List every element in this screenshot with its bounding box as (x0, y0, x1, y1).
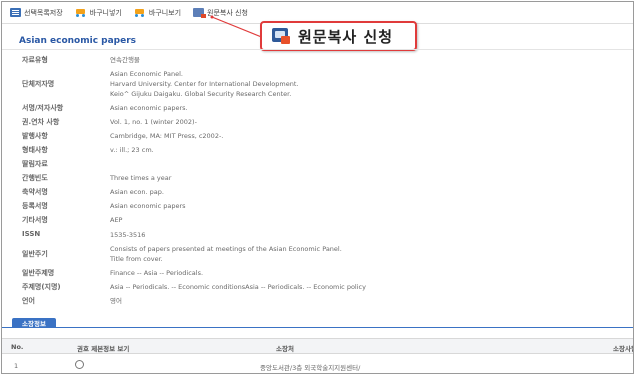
field-row: 단체저자명 Asian Economic Panel. Harvard Univ… (22, 69, 298, 99)
volume-binding-radio[interactable] (75, 360, 84, 369)
field-line: v.: ill.; 23 cm. (110, 146, 154, 154)
field-line: 영어 (110, 297, 122, 305)
copy-request-callout[interactable]: 원문복사 신청 (260, 21, 417, 51)
field-value: Asian economic papers. (110, 103, 188, 113)
field-value: Finance -- Asia -- Periodicals. (110, 268, 203, 278)
callout-label: 원문복사 신청 (298, 27, 394, 46)
field-line: Keio^ Gijuku Daigaku. Global Security Re… (110, 90, 292, 98)
field-line: Harvard University. Center for Internati… (110, 80, 299, 88)
field-key: 일반주기 (22, 250, 48, 258)
field-value: Vol. 1, no. 1 (winter 2002)- (110, 117, 197, 127)
field-row: 자료유형 연속간행물 (22, 55, 140, 65)
field-row: 주제명(지명) Asia -- Periodicals. -- Economic… (22, 282, 366, 292)
field-line: Vol. 1, no. 1 (winter 2002)- (110, 118, 197, 126)
field-key: 딸림자료 (22, 160, 48, 168)
field-key: 기타서명 (22, 216, 48, 224)
field-row: ISSN 1535-3516 (22, 230, 145, 240)
holdings-table-header: No. 권호 제본정보 보기 소장처 소장사항 (2, 338, 633, 354)
field-line: 1535-3516 (110, 231, 146, 239)
field-row: 등록서명 Asian economic papers (22, 201, 186, 211)
field-line: Three times a year (110, 174, 172, 182)
field-row: 간행빈도 Three times a year (22, 173, 171, 183)
field-value: Three times a year (110, 173, 171, 183)
field-line: Asia -- Periodicals. -- Economic conditi… (110, 283, 366, 291)
column-header-location: 소장처 (276, 345, 294, 353)
field-key: 간행빈도 (22, 174, 48, 182)
field-line: Cambridge, MA: MIT Press, c2002-. (110, 132, 224, 140)
field-line: Asian Economic Panel. (110, 70, 183, 78)
field-row: 발행사항 Cambridge, MA: MIT Press, c2002-. (22, 131, 223, 141)
field-key: 권.연차 사항 (22, 118, 60, 126)
field-row: 권.연차 사항 Vol. 1, no. 1 (winter 2002)- (22, 117, 197, 127)
field-key: 단체저자명 (22, 80, 55, 88)
field-value: Asian Economic Panel. Harvard University… (110, 69, 298, 99)
column-header-volume-binding: 권호 제본정보 보기 (77, 345, 130, 353)
field-value: Asia -- Periodicals. -- Economic conditi… (110, 282, 366, 292)
field-value: Consists of papers presented at meetings… (110, 244, 342, 264)
field-row: 일반주제명 Finance -- Asia -- Periodicals. (22, 268, 203, 278)
field-row: 기타서명 AEP (22, 215, 122, 225)
field-value: Asian econ. pap. (110, 187, 164, 197)
field-value: 연속간행물 (110, 55, 140, 65)
record-title: Asian economic papers (19, 36, 137, 46)
field-row: 일반주기 Consists of papers presented at mee… (22, 244, 342, 264)
field-value: AEP (110, 215, 122, 225)
field-key: 등록서명 (22, 202, 48, 210)
field-key: 형태사항 (22, 146, 48, 154)
field-value: 영어 (110, 296, 122, 306)
row-no: 1 (14, 362, 19, 370)
field-row: 딸림자료 (22, 159, 110, 169)
field-line: Consists of papers presented at meetings… (110, 245, 342, 253)
field-key: 일반주제명 (22, 269, 55, 277)
field-key: ISSN (22, 230, 41, 238)
field-key: 축약서명 (22, 188, 48, 196)
field-line: 연속간행물 (110, 56, 140, 64)
field-line: AEP (110, 216, 123, 224)
field-line: Asian economic papers (110, 202, 186, 210)
field-line: Finance -- Asia -- Periodicals. (110, 269, 204, 277)
field-line: Title from cover. (110, 255, 163, 263)
field-row: 서명/저자사항 Asian economic papers. (22, 103, 188, 113)
column-header-holdings: 소장사항 (613, 345, 633, 353)
field-value: 1535-3516 (110, 230, 145, 240)
field-key: 발행사항 (22, 132, 48, 140)
holdings-tab-underline (2, 327, 633, 328)
field-key: 주제명(지명) (22, 283, 61, 291)
field-line: Asian econ. pap. (110, 188, 164, 196)
row-location: 중앙도서관/3층 외국학술지지원센터/ (260, 364, 361, 372)
field-key: 자료유형 (22, 56, 48, 64)
field-row: 형태사항 v.: ill.; 23 cm. (22, 145, 154, 155)
column-header-no: No. (11, 343, 24, 351)
field-row: 언어 영어 (22, 296, 122, 306)
field-value: v.: ill.; 23 cm. (110, 145, 154, 155)
field-value: Cambridge, MA: MIT Press, c2002-. (110, 131, 223, 141)
divider (2, 49, 633, 50)
field-line: Asian economic papers. (110, 104, 188, 112)
field-key: 서명/저자사항 (22, 104, 64, 112)
field-value: Asian economic papers (110, 201, 186, 211)
window-frame: 선택목록저장 바구니넣기 바구니보기 원문복사 신청 원문복사 신청 Asian… (1, 1, 634, 374)
field-key: 언어 (22, 297, 35, 305)
copy-request-icon (272, 28, 290, 44)
field-row: 축약서명 Asian econ. pap. (22, 187, 164, 197)
